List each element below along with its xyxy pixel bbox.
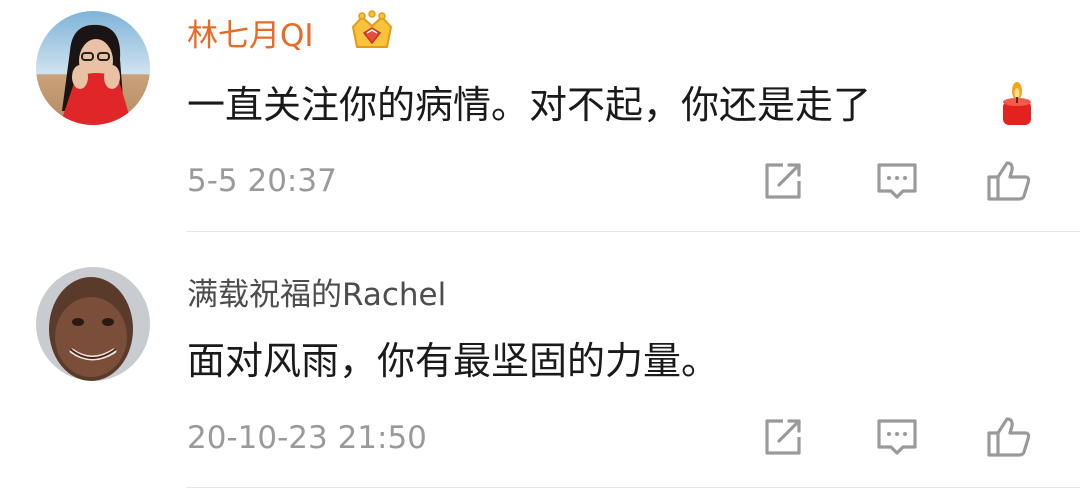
avatar-photo [36,267,150,381]
like-icon [987,161,1031,201]
reply-icon [877,419,917,455]
avatar[interactable] [36,11,150,125]
reply-button[interactable] [873,157,921,205]
timestamp: 5-5 20:37 [187,163,337,199]
avatar-photo [36,11,150,125]
avatar[interactable] [36,267,150,381]
divider [186,487,1080,488]
share-icon [765,163,801,199]
reply-icon [877,163,917,199]
comment-item: 林七月QI 一直关注你的病情。对不起，你还是走了 5-5 20:37 [0,0,1080,232]
username[interactable]: 林七月QI [187,16,314,56]
share-icon [765,419,801,455]
share-button[interactable] [759,413,807,461]
username[interactable]: 满载祝福的Rachel [187,275,446,315]
timestamp: 20-10-23 21:50 [187,420,427,456]
comment-text: 一直关注你的病情。对不起，你还是走了 [187,83,872,127]
like-button[interactable] [985,157,1033,205]
divider [186,231,1080,232]
like-button[interactable] [985,413,1033,461]
comment-text: 面对风雨，你有最坚固的力量。 [187,339,720,383]
like-icon [987,417,1031,457]
share-button[interactable] [759,157,807,205]
crown-vip-icon [352,10,392,48]
comment-item: 满载祝福的Rachel 面对风雨，你有最坚固的力量。 20-10-23 21:5… [0,233,1080,491]
reply-button[interactable] [873,413,921,461]
candle-icon [1003,82,1031,125]
